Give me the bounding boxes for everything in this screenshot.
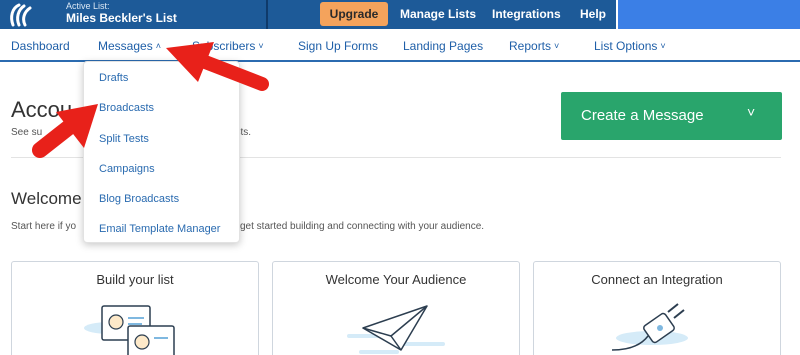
upgrade-button[interactable]: Upgrade — [320, 2, 388, 26]
messages-dropdown-menu: Drafts Broadcasts Split Tests Campaigns … — [83, 61, 240, 243]
welcome-title: Welcome — [11, 189, 82, 208]
active-list-name[interactable]: Miles Beckler's List — [66, 11, 177, 25]
chevron-down-icon: ˅ — [660, 41, 666, 51]
nav-landing-pages[interactable]: Landing Pages — [403, 39, 483, 53]
plug-icon — [611, 303, 688, 351]
welcome-subtitle-right: get started building and connecting with… — [240, 221, 485, 232]
nav-dashboard[interactable]: Dashboard — [11, 39, 70, 53]
aweber-logo-icon[interactable] — [8, 3, 34, 27]
page-title: Accou — [11, 97, 73, 122]
menu-item-drafts[interactable]: Drafts — [99, 72, 128, 84]
chevron-up-icon: ˄ — [155, 41, 161, 51]
manage-lists-link[interactable]: Manage Lists — [400, 7, 476, 21]
nav-reports[interactable]: Reports ˅ — [509, 39, 559, 53]
nav-messages[interactable]: Messages ˄ — [98, 39, 161, 53]
header-right-panel — [618, 0, 800, 29]
menu-item-broadcasts[interactable]: Broadcasts — [99, 102, 154, 114]
active-list-label: Active List: — [66, 1, 110, 11]
nav-messages-label: Messages — [98, 39, 153, 53]
card-title: Connect an Integration — [591, 272, 723, 287]
list-build-icon — [84, 305, 175, 355]
chevron-down-icon: ˅ — [554, 41, 560, 51]
menu-item-blog-broadcasts[interactable]: Blog Broadcasts — [99, 193, 179, 205]
nav-list-options-label: List Options — [594, 39, 658, 53]
welcome-subtitle: Start here if yo get started building an… — [11, 221, 484, 232]
welcome-subtitle-left: Start here if yo — [11, 221, 77, 232]
paper-plane-icon — [347, 305, 445, 354]
card-title: Welcome Your Audience — [325, 272, 467, 287]
chevron-down-icon[interactable]: ˅ — [747, 104, 755, 120]
divider — [266, 0, 268, 29]
menu-item-email-template-manager[interactable]: Email Template Manager — [99, 223, 220, 235]
nav-reports-label: Reports — [509, 39, 552, 53]
card-title: Build your list — [96, 272, 174, 287]
help-link[interactable]: Help — [580, 7, 606, 21]
create-message-label: Create a Message — [581, 107, 704, 124]
main-nav: Dashboard Messages ˄ Subscribers ˅ Sign Up… — [0, 29, 800, 62]
page-subtitle-left: See su — [11, 127, 43, 138]
menu-item-split-tests[interactable]: Split Tests — [99, 133, 149, 145]
nav-subscribers[interactable]: Subscribers ˅ — [192, 39, 264, 53]
menu-item-campaigns[interactable]: Campaigns — [99, 163, 155, 175]
top-bar: Active List: Miles Beckler's List Upgrad… — [0, 0, 800, 29]
nav-landing-pages-label: Landing Pages — [403, 39, 484, 53]
nav-dashboard-label: Dashboard — [11, 39, 70, 53]
card-build-list[interactable]: Build your list — [11, 261, 259, 355]
chevron-down-icon: ˅ — [258, 41, 264, 51]
card-connect-integration[interactable]: Connect an Integration — [533, 261, 781, 355]
nav-list-options[interactable]: List Options ˅ — [594, 39, 666, 53]
nav-subscribers-label: Subscribers — [192, 39, 256, 53]
nav-sign-up-forms-label: Sign Up Forms — [298, 39, 379, 53]
integrations-link[interactable]: Integrations — [492, 7, 561, 21]
nav-sign-up-forms[interactable]: Sign Up Forms — [298, 39, 378, 53]
card-welcome-audience[interactable]: Welcome Your Audience — [272, 261, 520, 355]
create-message-button[interactable]: Create a Message ˅ — [561, 92, 782, 140]
